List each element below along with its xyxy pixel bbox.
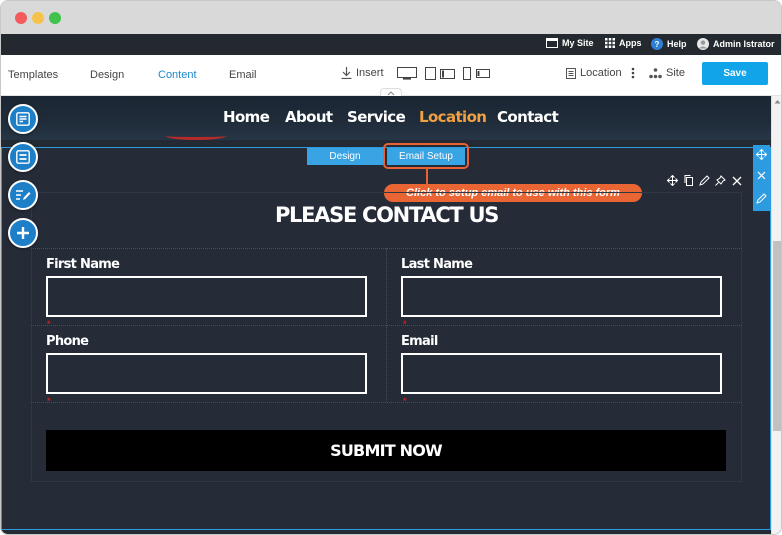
page-select[interactable]: Location (566, 67, 635, 79)
admin-apps-label: Apps (619, 38, 642, 48)
nav-about[interactable]: About (285, 108, 333, 126)
user-avatar-icon (697, 38, 709, 50)
nav-location[interactable]: Location (419, 108, 487, 126)
last-name-input[interactable] (401, 276, 722, 317)
page-select-label: Location (580, 67, 622, 79)
section-side-rail (753, 145, 770, 211)
phone-label: Phone (46, 334, 89, 349)
add-icon (17, 227, 29, 239)
copy-icon[interactable] (682, 174, 695, 187)
admin-user-label: Admin Istrator (713, 39, 775, 49)
site-navigation: Home About Service Location Contact (1, 96, 771, 140)
section-design-tab[interactable]: Design (307, 148, 383, 165)
browser-window: My Site Apps ? Help Admin Istrator Templ… (0, 0, 782, 535)
save-button[interactable]: Save (702, 62, 768, 85)
insert-label: Insert (356, 67, 384, 79)
edit-content-button[interactable] (8, 180, 38, 210)
admin-apps-link[interactable]: Apps (605, 38, 642, 48)
help-circle-icon: ? (651, 38, 663, 50)
chevron-up-icon (387, 90, 395, 95)
insert-button[interactable]: Insert (341, 67, 384, 79)
site-menu[interactable]: Site (649, 67, 685, 79)
section-button[interactable] (8, 142, 38, 172)
desktop-icon[interactable] (397, 67, 417, 80)
edit-content-icon (16, 190, 31, 200)
callout-connector (426, 169, 428, 184)
admin-bar: My Site Apps ? Help Admin Istrator (1, 34, 781, 55)
first-name-label: First Name (46, 257, 120, 272)
add-element-button[interactable] (8, 218, 38, 248)
grid-icon (605, 38, 615, 48)
page-layout-button[interactable] (8, 104, 38, 134)
nav-home[interactable]: Home (223, 108, 270, 126)
window-close-button[interactable] (15, 12, 27, 24)
window-maximize-button[interactable] (49, 12, 61, 24)
scroll-up-arrow-icon[interactable] (774, 99, 781, 104)
email-setup-tab[interactable]: Email Setup (387, 148, 465, 165)
download-arrow-icon (341, 67, 352, 79)
page-layout-icon (16, 112, 30, 126)
required-marker: * (403, 396, 407, 406)
tab-design[interactable]: Design (90, 69, 124, 81)
email-label: Email (401, 334, 438, 349)
edit-pencil-icon[interactable] (698, 174, 711, 187)
required-marker: * (47, 319, 51, 329)
tab-templates[interactable]: Templates (8, 69, 58, 81)
email-input[interactable] (401, 353, 722, 394)
window-minimize-button[interactable] (32, 12, 44, 24)
kebab-menu-icon[interactable] (631, 67, 635, 79)
admin-my-site-label: My Site (562, 38, 594, 48)
required-marker: * (47, 396, 51, 406)
window-titlebar (1, 1, 781, 34)
submit-button[interactable]: SUBMIT NOW (46, 430, 726, 471)
admin-user-menu[interactable]: Admin Istrator (697, 38, 775, 50)
required-marker: * (403, 319, 407, 329)
form-divider (31, 402, 742, 403)
move-section-icon[interactable] (755, 148, 768, 161)
page-scrollbar[interactable] (771, 96, 781, 534)
site-tree-icon (649, 67, 662, 78)
delete-section-icon[interactable] (755, 169, 768, 182)
last-name-label: Last Name (401, 257, 473, 272)
mobile-icon[interactable] (463, 67, 491, 80)
edit-section-icon[interactable] (755, 192, 768, 205)
scrollbar-thumb[interactable] (773, 241, 781, 431)
device-switcher (397, 67, 491, 80)
form-column-divider (386, 248, 387, 402)
browser-window-icon (546, 38, 558, 48)
nav-contact[interactable]: Contact (497, 108, 559, 126)
svg-text:?: ? (655, 40, 660, 49)
site-label: Site (666, 67, 685, 79)
move-icon[interactable] (666, 174, 679, 187)
block-toolbar (666, 174, 743, 187)
admin-help-link[interactable]: ? Help (651, 38, 687, 50)
first-name-input[interactable] (46, 276, 367, 317)
admin-my-site-link[interactable]: My Site (546, 38, 594, 48)
tablet-icon[interactable] (425, 67, 455, 80)
tab-content[interactable]: Content (158, 69, 197, 81)
section-icon (16, 150, 30, 164)
page-icon (566, 67, 576, 79)
close-icon[interactable] (730, 174, 743, 187)
header-decoration (166, 132, 226, 140)
nav-service[interactable]: Service (347, 108, 406, 126)
phone-input[interactable] (46, 353, 367, 394)
form-title: PLEASE CONTACT US (274, 203, 499, 227)
pin-icon[interactable] (714, 174, 727, 187)
tab-email[interactable]: Email (229, 69, 257, 81)
admin-help-label: Help (667, 39, 687, 49)
